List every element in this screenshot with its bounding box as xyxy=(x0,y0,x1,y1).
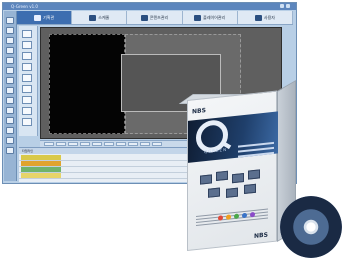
tool-icon[interactable] xyxy=(6,77,14,84)
tab-user[interactable]: 사용자 xyxy=(238,11,294,24)
screen-thumb xyxy=(216,170,228,181)
tool-icon[interactable] xyxy=(6,17,14,24)
tab-label: 사용자 xyxy=(263,15,275,20)
layout-tool-icon[interactable] xyxy=(22,85,32,93)
timeline-clip[interactable] xyxy=(21,167,61,172)
top-nav: 기획관 스케줄 콘텐츠관리 플레이어관리 사용자 xyxy=(17,11,294,25)
timeline-clip[interactable] xyxy=(21,161,61,166)
left-toolbar xyxy=(4,11,17,181)
screen-thumb xyxy=(244,183,256,195)
tool-icon[interactable] xyxy=(6,67,14,74)
install-disc xyxy=(280,196,342,258)
tab-plan[interactable]: 기획관 xyxy=(17,11,73,24)
toolstrip-button[interactable] xyxy=(152,142,162,146)
pencil-icon xyxy=(34,15,42,21)
tool-icon[interactable] xyxy=(6,137,14,144)
tool-icon[interactable] xyxy=(6,117,14,124)
minimize-icon[interactable] xyxy=(280,4,284,8)
tab-schedule[interactable]: 스케줄 xyxy=(72,11,128,24)
screen-thumb xyxy=(208,187,220,198)
toolstrip-button[interactable] xyxy=(80,142,90,146)
timeline-clip[interactable] xyxy=(21,173,61,178)
user-icon xyxy=(254,15,262,21)
tagline xyxy=(238,141,274,161)
screen-thumb xyxy=(248,169,260,180)
toolstrip-button[interactable] xyxy=(68,142,78,146)
film-icon xyxy=(140,15,148,21)
tool-icon[interactable] xyxy=(6,107,14,114)
tab-content[interactable]: 콘텐츠관리 xyxy=(127,11,183,24)
tool-icon[interactable] xyxy=(6,127,14,134)
tab-label: 플레이어관리 xyxy=(203,15,226,20)
monitor-icon xyxy=(194,15,202,21)
toolstrip-button[interactable] xyxy=(92,142,102,146)
layout-tool-icon[interactable] xyxy=(22,30,32,38)
vendor-logo: NBS xyxy=(192,107,206,116)
layout-tools xyxy=(19,26,38,136)
layout-tool-icon[interactable] xyxy=(22,41,32,49)
layout-tool-icon[interactable] xyxy=(22,107,32,115)
tool-icon[interactable] xyxy=(6,57,14,64)
tool-icon[interactable] xyxy=(6,87,14,94)
toolstrip-button[interactable] xyxy=(116,142,126,146)
vendor-logo-bottom: NBS xyxy=(254,231,268,240)
tab-player[interactable]: 플레이어관리 xyxy=(183,11,238,24)
tool-icon[interactable] xyxy=(6,47,14,54)
box-front: NBS QGREEN NBS xyxy=(187,90,278,251)
tool-icon[interactable] xyxy=(6,37,14,44)
toolstrip-button[interactable] xyxy=(128,142,138,146)
toolstrip-button[interactable] xyxy=(44,142,54,146)
screen-region-left[interactable] xyxy=(49,34,125,134)
layout-tool-icon[interactable] xyxy=(22,118,32,126)
tool-icon[interactable] xyxy=(6,97,14,104)
timeline-clip[interactable] xyxy=(21,155,61,160)
layout-tool-icon[interactable] xyxy=(22,96,32,104)
layout-tool-icon[interactable] xyxy=(22,74,32,82)
window-title: Q-Green v1.0 xyxy=(11,4,38,9)
tab-label: 기획관 xyxy=(43,15,55,20)
tab-label: 스케줄 xyxy=(98,15,110,20)
layout-tool-icon[interactable] xyxy=(22,52,32,60)
screen-thumb xyxy=(226,187,238,198)
tool-icon[interactable] xyxy=(6,27,14,34)
screen-thumb xyxy=(200,174,212,185)
tab-label: 콘텐츠관리 xyxy=(149,15,169,20)
screen-thumb xyxy=(232,173,244,184)
feature-diagram xyxy=(196,164,272,212)
close-icon[interactable] xyxy=(286,4,290,8)
title-bar: Q-Green v1.0 xyxy=(3,3,296,10)
layout-tool-icon[interactable] xyxy=(22,63,32,71)
toolstrip-button[interactable] xyxy=(56,142,66,146)
calendar-icon xyxy=(89,15,97,21)
toolstrip-button[interactable] xyxy=(104,142,114,146)
tool-icon[interactable] xyxy=(6,147,14,154)
toolstrip-button[interactable] xyxy=(140,142,150,146)
